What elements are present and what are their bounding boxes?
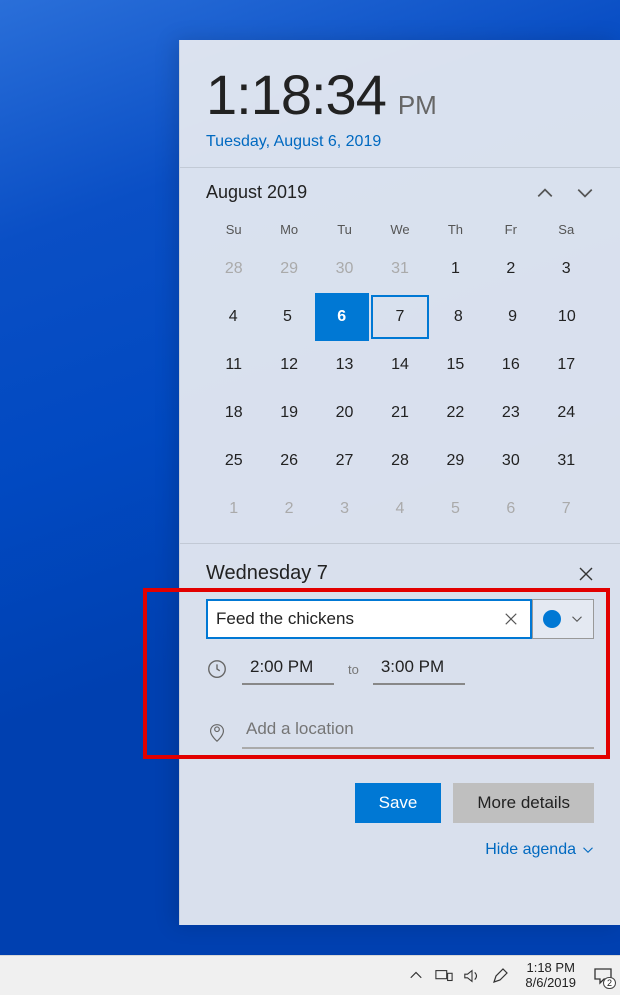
calendar-day[interactable]: 15 <box>428 341 483 389</box>
calendar-day[interactable]: 8 <box>431 293 485 341</box>
calendar-day[interactable]: 13 <box>317 341 372 389</box>
more-details-button[interactable]: More details <box>453 783 594 823</box>
day-header: Su <box>206 213 261 245</box>
taskbar: 1:18 PM 8/6/2019 2 <box>0 955 620 995</box>
to-label: to <box>348 662 359 677</box>
calendar-day[interactable]: 30 <box>483 437 538 485</box>
calendar-day[interactable]: 28 <box>206 245 261 293</box>
chevron-down-icon <box>582 844 594 856</box>
calendar-day[interactable]: 28 <box>372 437 427 485</box>
calendar-day[interactable]: 3 <box>317 485 372 533</box>
current-date-link[interactable]: Tuesday, August 6, 2019 <box>206 133 594 151</box>
network-icon[interactable] <box>435 967 453 985</box>
day-header: Sa <box>539 213 594 245</box>
calendar-day[interactable]: 10 <box>540 293 594 341</box>
calendar-color-dot <box>543 610 561 628</box>
end-time-input[interactable] <box>373 653 465 685</box>
chevron-down-icon <box>571 613 583 625</box>
calendar-day[interactable]: 29 <box>261 245 316 293</box>
start-time-input[interactable] <box>242 653 334 685</box>
event-title-wrapper <box>206 599 532 639</box>
taskbar-clock[interactable]: 1:18 PM 8/6/2019 <box>519 961 582 991</box>
event-title-input[interactable] <box>216 609 500 629</box>
calendar-day[interactable]: 2 <box>483 245 538 293</box>
action-center-icon[interactable]: 2 <box>592 965 614 987</box>
calendar-day[interactable]: 1 <box>428 245 483 293</box>
next-month-button[interactable] <box>576 184 594 202</box>
hide-agenda-link[interactable]: Hide agenda <box>206 841 594 859</box>
current-time: 1:18:34 <box>206 62 386 127</box>
calendar-day[interactable]: 30 <box>317 245 372 293</box>
calendar-grid: SuMoTuWeThFrSa 2829303112345678910111213… <box>206 213 594 533</box>
day-header: Tu <box>317 213 372 245</box>
location-icon <box>206 721 228 743</box>
calendar-day[interactable]: 19 <box>261 389 316 437</box>
day-header: Th <box>428 213 483 245</box>
calendar-day[interactable]: 25 <box>206 437 261 485</box>
day-header: Fr <box>483 213 538 245</box>
calendar-day[interactable]: 21 <box>372 389 427 437</box>
day-header: We <box>372 213 427 245</box>
volume-icon[interactable] <box>463 967 481 985</box>
calendar-day[interactable]: 18 <box>206 389 261 437</box>
calendar-day[interactable]: 7 <box>539 485 594 533</box>
calendar-day[interactable]: 29 <box>428 437 483 485</box>
calendar-day[interactable]: 7 <box>371 295 429 339</box>
calendar-section: August 2019 SuMoTuWeThFrSa 2829303112345… <box>180 168 620 544</box>
calendar-day[interactable]: 12 <box>261 341 316 389</box>
clock-icon <box>206 658 228 680</box>
pen-icon[interactable] <box>491 967 509 985</box>
calendar-day[interactable]: 4 <box>206 293 260 341</box>
calendar-day[interactable]: 24 <box>539 389 594 437</box>
calendar-day[interactable]: 17 <box>539 341 594 389</box>
calendar-day[interactable]: 20 <box>317 389 372 437</box>
save-button[interactable]: Save <box>355 783 442 823</box>
calendar-day[interactable]: 2 <box>261 485 316 533</box>
calendar-picker[interactable] <box>532 599 594 639</box>
day-header: Mo <box>261 213 316 245</box>
location-input[interactable] <box>242 715 594 749</box>
calendar-day[interactable]: 4 <box>372 485 427 533</box>
calendar-flyout: 1:18:34 PM Tuesday, August 6, 2019 Augus… <box>179 40 620 925</box>
taskbar-time: 1:18 PM <box>525 961 576 976</box>
calendar-day[interactable]: 9 <box>485 293 539 341</box>
month-label[interactable]: August 2019 <box>206 182 307 203</box>
calendar-day[interactable]: 5 <box>428 485 483 533</box>
clear-title-icon[interactable] <box>500 608 522 630</box>
calendar-day[interactable]: 23 <box>483 389 538 437</box>
calendar-day[interactable]: 11 <box>206 341 261 389</box>
tray-overflow-icon[interactable] <box>407 967 425 985</box>
prev-month-button[interactable] <box>536 184 554 202</box>
calendar-day[interactable]: 6 <box>483 485 538 533</box>
agenda-section: Wednesday 7 to <box>180 544 620 925</box>
calendar-day[interactable]: 27 <box>317 437 372 485</box>
calendar-day[interactable]: 3 <box>539 245 594 293</box>
taskbar-date: 8/6/2019 <box>525 976 576 991</box>
agenda-date-label: Wednesday 7 <box>206 562 328 585</box>
calendar-day[interactable]: 22 <box>428 389 483 437</box>
clock-section: 1:18:34 PM Tuesday, August 6, 2019 <box>180 40 620 168</box>
calendar-day[interactable]: 6 <box>315 293 369 341</box>
time-ampm: PM <box>398 90 437 121</box>
calendar-day[interactable]: 14 <box>372 341 427 389</box>
hide-agenda-label: Hide agenda <box>485 841 576 859</box>
close-icon[interactable] <box>578 566 594 582</box>
calendar-day[interactable]: 5 <box>260 293 314 341</box>
calendar-day[interactable]: 16 <box>483 341 538 389</box>
calendar-day[interactable]: 1 <box>206 485 261 533</box>
calendar-day[interactable]: 31 <box>372 245 427 293</box>
notification-badge: 2 <box>603 977 616 989</box>
calendar-day[interactable]: 31 <box>539 437 594 485</box>
calendar-day[interactable]: 26 <box>261 437 316 485</box>
